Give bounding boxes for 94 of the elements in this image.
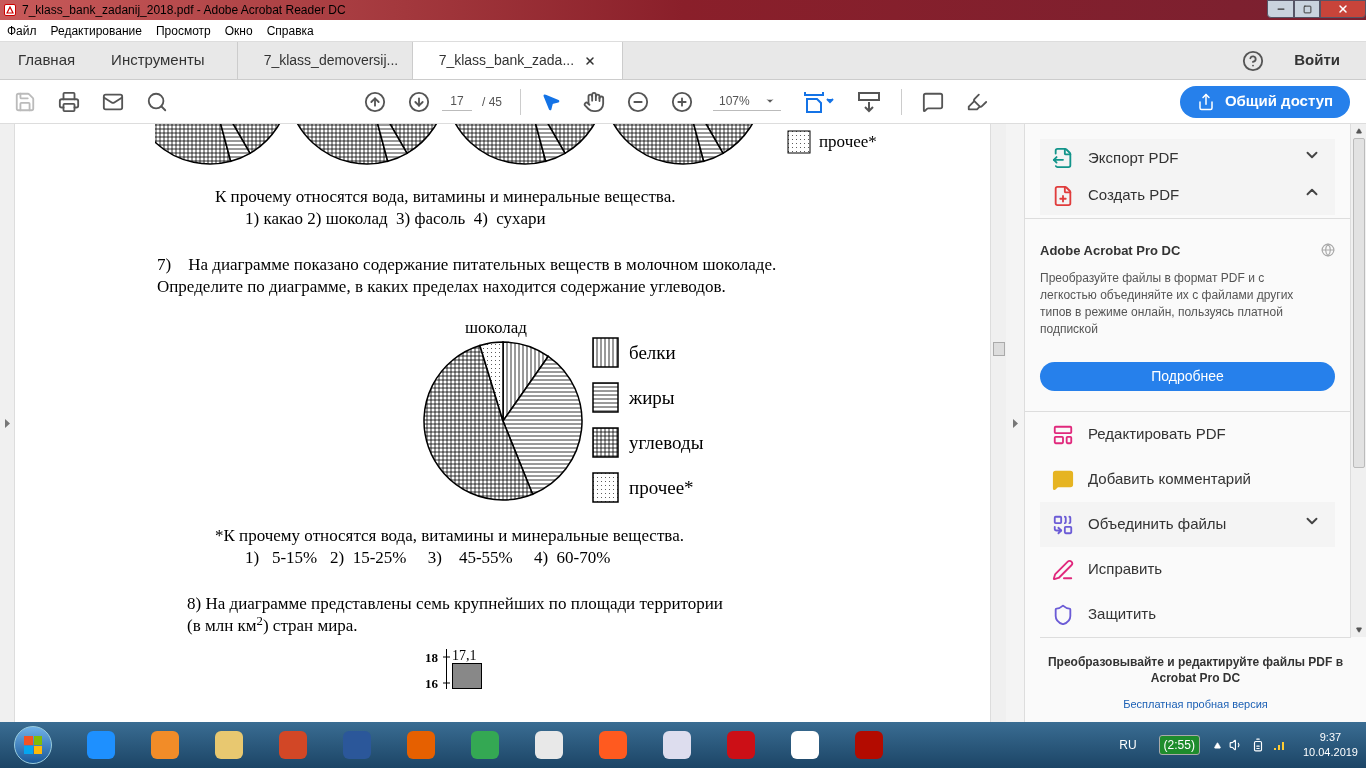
free-trial-link[interactable]: Бесплатная пробная версия — [1123, 696, 1268, 713]
search-icon[interactable] — [146, 90, 168, 113]
axis-tick-label: 16 — [425, 677, 439, 690]
shield-icon — [1052, 603, 1074, 626]
share-icon — [1196, 92, 1215, 111]
expand-arrow-icon[interactable] — [4, 418, 10, 428]
pen-icon — [1052, 558, 1074, 581]
answer-options: 1) 5-15% 2) 15-25% 3) 45-55% 4) 60-70% — [245, 547, 990, 569]
legend-label: углеводы — [629, 431, 704, 454]
chart-title: шоколад — [465, 318, 527, 337]
menu-item[interactable]: Справка — [266, 21, 314, 40]
zoom-dropdown[interactable]: 107% — [713, 92, 781, 111]
legend-swatch — [592, 337, 619, 368]
maximize-button[interactable] — [1294, 0, 1320, 18]
combine-icon — [1052, 513, 1074, 536]
question-text: Определите по диаграмме, в каких пределах находится содержание углеводов. — [157, 276, 727, 298]
menu-item[interactable]: Файл — [7, 21, 37, 40]
tool-item[interactable]: Защитить — [1040, 592, 1335, 637]
legend-swatch — [592, 427, 619, 458]
legend-swatch — [787, 130, 811, 154]
axis-tick-label: 18 — [425, 651, 439, 664]
scroll-up-icon[interactable] — [1355, 128, 1362, 134]
show-hidden-icon[interactable] — [1213, 741, 1221, 749]
window-title: 7_klass_bank_zadanij_2018.pdf - Adobe Acrobat Reader DC — [22, 2, 346, 19]
bar — [452, 663, 482, 689]
document-tab[interactable]: 7_klass_demoversij... — [236, 42, 412, 79]
read-mode-icon[interactable] — [857, 90, 881, 113]
maximize-icon — [1302, 4, 1312, 14]
start-button[interactable] — [14, 726, 52, 764]
print-icon[interactable] — [58, 90, 80, 113]
collapse-arrow-icon[interactable] — [1012, 418, 1018, 428]
zoom-in-icon[interactable] — [671, 90, 693, 113]
close-icon — [1337, 3, 1349, 15]
close-button[interactable] — [1320, 0, 1366, 18]
promo-title: Adobe Acrobat Pro DC — [1040, 241, 1181, 260]
file-plus-icon — [1052, 184, 1074, 207]
clock-date[interactable]: 10.04.2019 — [1302, 745, 1358, 760]
legend-swatch — [592, 472, 619, 503]
tool-item[interactable]: Экспорт PDF — [1040, 139, 1335, 177]
tool-item[interactable]: Создать PDF — [1040, 176, 1335, 215]
globe-icon — [1321, 243, 1335, 258]
help-icon[interactable] — [1242, 49, 1265, 72]
minimize-button[interactable] — [1267, 0, 1294, 18]
language-indicator[interactable]: RU — [1119, 736, 1137, 754]
tool-item[interactable]: Исправить — [1040, 547, 1335, 592]
app-icon — [4, 4, 16, 16]
sign-in-button[interactable]: Войти — [1294, 49, 1340, 72]
network-icon[interactable] — [1272, 739, 1287, 751]
tool-item[interactable]: Редактировать PDF — [1040, 412, 1335, 457]
legend-label: жиры — [629, 386, 675, 409]
comment-icon[interactable] — [922, 90, 944, 113]
menu-item[interactable]: Редактирование — [50, 21, 142, 40]
comment-icon — [1052, 468, 1074, 491]
arrow-down-icon[interactable] — [408, 90, 430, 113]
nav-tab[interactable]: Главная — [0, 42, 94, 79]
hand-icon[interactable] — [583, 90, 605, 113]
share-button[interactable]: Общий доступ — [1180, 85, 1350, 118]
menu-item[interactable]: Окно — [224, 21, 253, 40]
battery-timer: (2:55) — [1158, 735, 1200, 755]
y-axis — [443, 649, 450, 689]
answer-options: 1) какао 2) шоколад 3) фасоль 4) сухари — [245, 208, 990, 230]
scrollbar[interactable] — [990, 124, 1006, 722]
legend-swatch — [592, 382, 619, 413]
note-text: К прочему относятся вода, витамины и минеральные вещества. — [215, 186, 677, 208]
question-text: (в млн км$^{2}$) стран мира. — [187, 615, 359, 637]
question-text: 7) На диаграмме показано содержание питательных веществ в молочном шоколаде. — [157, 254, 778, 276]
clock-time[interactable]: 9:37 — [1319, 730, 1342, 745]
learn-more-button[interactable]: Подробнее — [1040, 362, 1335, 391]
zoom-out-icon[interactable] — [627, 90, 649, 113]
legend-label: белки — [629, 341, 676, 364]
page-total: / 45 — [482, 93, 502, 111]
legend-label: прочее* — [629, 476, 694, 499]
fit-page-icon[interactable] — [803, 89, 835, 114]
layout-icon — [1052, 423, 1074, 446]
close-icon[interactable] — [584, 54, 597, 67]
arrow-up-icon[interactable] — [364, 90, 386, 113]
tool-item[interactable]: Добавить комментарий — [1040, 457, 1335, 502]
footer-text: Преобразовывайте и редактируйте файлы PDF в Acrobat Pro DC — [1046, 654, 1345, 686]
scroll-down-icon[interactable] — [1355, 627, 1362, 633]
caret-icon — [765, 96, 775, 106]
nav-tab[interactable]: Инструменты — [93, 42, 223, 79]
note-text: *К прочему относятся вода, витамины и минеральные вещества. — [215, 525, 685, 547]
menu-item[interactable]: Просмотр — [155, 21, 211, 40]
data-label: 17,1 — [452, 649, 478, 663]
page-number-field[interactable]: 17 — [442, 92, 472, 111]
promo-text: Преобразуйте файлы в формат PDF и с легкостью объединяйте их с файлами других типов в режиме онлайн, пользуясь платной подпиской — [1040, 270, 1295, 338]
file-export-icon — [1052, 146, 1074, 169]
tab-label: 7_klass_bank_zada... — [438, 51, 575, 70]
tab-label: 7_klass_demoversij... — [263, 51, 399, 70]
question-text: 8) На диаграмме представлены семь крупнейших по площади территории — [187, 593, 724, 615]
document-tab[interactable]: 7_klass_bank_zada... — [411, 42, 624, 79]
tool-item[interactable]: Объединить файлы — [1040, 502, 1335, 547]
scrollbar[interactable] — [1350, 124, 1366, 637]
legend-label: прочее* — [819, 131, 877, 153]
